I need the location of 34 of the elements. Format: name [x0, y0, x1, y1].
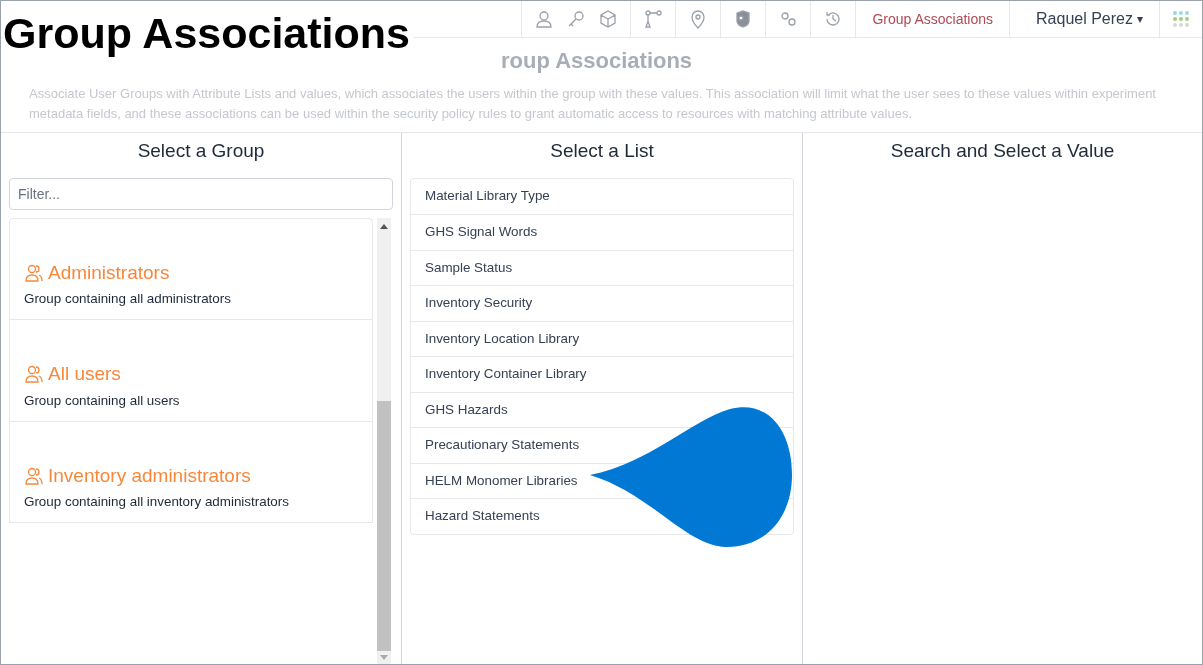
list-item[interactable]: GHS Signal Words	[411, 214, 793, 250]
users-icon	[24, 262, 44, 283]
panel-title: Select a Group	[136, 139, 266, 163]
page-heading: roup Associations	[501, 47, 694, 75]
group-description: Group containing all administrators	[24, 290, 232, 308]
list-item[interactable]: Inventory Container Library	[411, 356, 793, 392]
panel-title: Select a List	[549, 139, 655, 163]
page-description: Associate User Groups with Attribute Lists and values, which associates the users within the group with these values. This association will limit what the user sees to these values within experiment metadata fields, and these associations can be used within the security policy rules to grant automatic access to resources with matching attribute values.	[29, 85, 1157, 123]
group-description: Group containing all inventory administrators	[24, 493, 290, 512]
users-icon	[24, 465, 44, 486]
group-item[interactable]: All users Group containing all users	[9, 320, 373, 422]
list-item[interactable]: Inventory Location Library	[411, 320, 793, 356]
scrollbar[interactable]	[377, 217, 391, 664]
nav-link[interactable]: Group Associations	[868, 8, 997, 30]
panel-title: Search and Select a Value	[889, 139, 1116, 163]
list-item[interactable]: Material Library Type	[411, 178, 793, 214]
scroll-down-icon[interactable]	[380, 655, 388, 660]
users-icon	[24, 364, 44, 385]
group-description: Group containing all users	[24, 391, 181, 410]
cube-icon[interactable]	[598, 9, 619, 29]
user-icon[interactable]	[534, 9, 555, 29]
list-item[interactable]: Sample Status	[411, 249, 793, 285]
list-item[interactable]: Inventory Security	[411, 285, 793, 321]
filter-field[interactable]: Filter...	[9, 177, 393, 210]
apps-grid-icon[interactable]	[1172, 10, 1190, 28]
key-icon[interactable]	[566, 9, 587, 29]
branch-icon[interactable]	[643, 9, 664, 29]
scroll-up-icon[interactable]	[380, 223, 388, 229]
group-item[interactable]: Administrators Group containing all administrators	[9, 217, 373, 321]
group-name: All users	[48, 362, 121, 387]
group-item[interactable]: Inventory administrators Group containing all inventory administrators	[9, 421, 373, 524]
user-menu[interactable]: Raquel Perez ▾	[1009, 1, 1159, 37]
group-name: Inventory administrators	[48, 463, 251, 488]
group-name: Administrators	[48, 260, 170, 285]
